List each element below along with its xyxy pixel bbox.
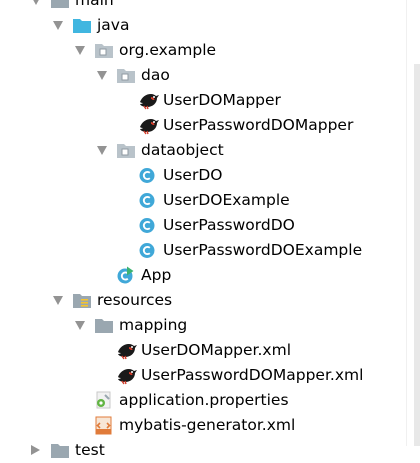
tree-node-label: UserPasswordDO [163,216,295,234]
package-icon [94,41,114,60]
tree-node[interactable]: UserPasswordDOMapper.xml [0,363,406,388]
tree-node[interactable]: UserPasswordDO [0,213,406,238]
expand-arrow-icon[interactable] [53,296,63,305]
tree-node[interactable]: mybatis-generator.xml [0,413,406,438]
tree-node[interactable]: application.properties [0,388,406,413]
tree-node-label: UserPasswordDOMapper.xml [141,366,364,384]
mybatis-bird-icon [138,116,159,135]
xml-file-icon [94,416,114,435]
package-icon [116,66,136,85]
source-folder-icon [72,16,92,35]
expand-arrow-icon[interactable] [53,21,63,30]
folder-icon [50,0,70,10]
tree-node-label: test [75,441,105,459]
tree-node[interactable]: UserDOMapper [0,88,406,113]
tree-node-label: mybatis-generator.xml [119,416,296,434]
tree-node-label: UserPasswordDOExample [163,241,363,259]
folder-icon [50,441,70,460]
expand-arrow-icon[interactable] [97,71,107,80]
tree-node[interactable]: main [0,0,406,13]
tree-node-label: org.example [119,41,217,59]
tree-node-label: UserPasswordDOMapper [163,116,354,134]
tree-node[interactable]: dataobject [0,138,406,163]
tree-node-label: mapping [119,316,188,334]
expand-arrow-icon[interactable] [75,46,85,55]
collapse-arrow-icon[interactable] [31,445,40,455]
tree-node[interactable]: UserPasswordDOExample [0,238,406,263]
tree-node[interactable]: java [0,13,406,38]
tree-node[interactable]: dao [0,63,406,88]
tree-node-label: dao [141,66,170,84]
resources-folder-icon [72,291,92,310]
tree-node-label: UserDO [163,166,223,184]
tree-node[interactable]: UserDOExample [0,188,406,213]
expand-arrow-icon[interactable] [75,321,85,330]
tree-node[interactable]: mapping [0,313,406,338]
folder-icon [94,316,114,335]
tree-node[interactable]: org.example [0,38,406,63]
vertical-scrollbar[interactable] [414,64,420,446]
class-c-icon [138,241,158,260]
mybatis-bird-icon [116,341,137,360]
class-c-icon [138,216,158,235]
class-c-icon [138,166,158,185]
tree-node[interactable]: UserDO [0,163,406,188]
tree-node[interactable]: test [0,438,406,463]
tree-node[interactable]: UserDOMapper.xml [0,338,406,363]
tree-node-label: main [75,0,114,9]
panel-edge [406,0,407,446]
mybatis-bird-icon [138,91,159,110]
expand-arrow-icon[interactable] [97,146,107,155]
tree-node-label: UserDOExample [163,191,290,209]
tree-node-label: UserDOMapper [163,91,281,109]
class-c-icon [138,191,158,210]
package-icon [116,141,136,160]
properties-file-icon [94,391,114,410]
expand-arrow-icon[interactable] [31,0,41,5]
tree-node-label: UserDOMapper.xml [141,341,292,359]
tree-node[interactable]: UserPasswordDOMapper [0,113,406,138]
tree-node[interactable]: resources [0,288,406,313]
app-class-icon [116,266,136,285]
mybatis-bird-icon [116,366,137,385]
tree-node[interactable]: App [0,263,406,288]
tree-node-label: App [141,266,172,284]
tree-node-label: java [97,16,130,34]
tree-node-label: dataobject [141,141,224,159]
tree-node-label: resources [97,291,173,309]
tree-node-label: application.properties [119,391,289,409]
